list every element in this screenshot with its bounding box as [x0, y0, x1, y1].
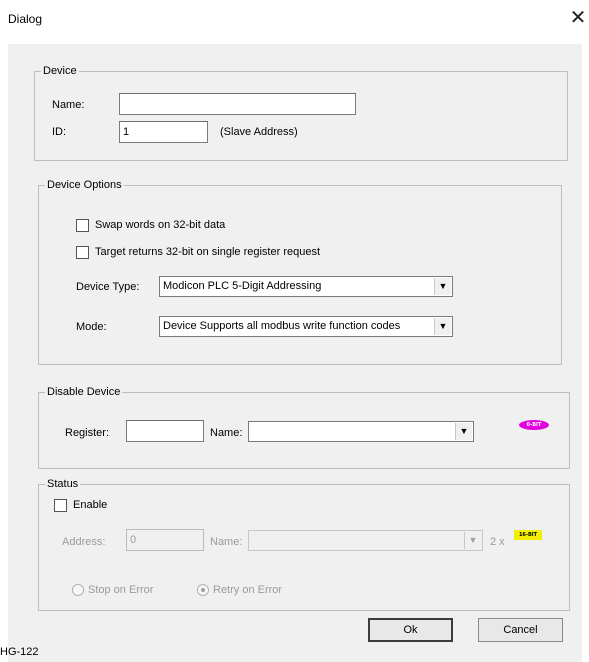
chevron-down-icon[interactable]: ▼ — [434, 318, 451, 335]
target-returns-label: Target returns 32-bit on single register… — [95, 246, 321, 258]
device-name-field[interactable] — [119, 93, 356, 115]
stop-on-error-label: Stop on Error — [88, 584, 154, 596]
dialog-body: Device Name: ID: (Slave Address) Device … — [8, 44, 582, 662]
device-type-label: Device Type: — [76, 281, 140, 293]
device-type-select[interactable]: Modicon PLC 5-Digit Addressing ▼ — [159, 276, 453, 297]
device-type-value: Modicon PLC 5-Digit Addressing — [163, 280, 322, 292]
device-id-field[interactable] — [119, 121, 208, 143]
chevron-down-icon[interactable]: ▼ — [434, 278, 451, 295]
status-name-label: Name: — [210, 536, 243, 548]
id-hint: (Slave Address) — [220, 126, 298, 138]
retry-on-error-radio[interactable] — [197, 584, 209, 596]
device-options-group — [38, 185, 562, 365]
enable-label: Enable — [73, 499, 108, 511]
disable-device-legend: Disable Device — [45, 386, 123, 398]
mode-select[interactable]: Device Supports all modbus write functio… — [159, 316, 453, 337]
swap-words-checkbox[interactable] — [76, 219, 89, 232]
register-label: Register: — [65, 427, 110, 439]
device-group — [34, 71, 568, 161]
chevron-down-icon[interactable]: ▼ — [464, 532, 481, 549]
id-label: ID: — [52, 126, 67, 138]
disable-name-select[interactable]: ▼ — [248, 421, 474, 442]
bit-type-badge-16: 16-BIT — [514, 530, 542, 540]
window-title: Dialog — [8, 12, 43, 26]
enable-checkbox[interactable] — [54, 499, 67, 512]
disable-register-field[interactable] — [126, 420, 204, 442]
target-returns-checkbox[interactable] — [76, 246, 89, 259]
cancel-button[interactable]: Cancel — [478, 618, 563, 642]
close-icon[interactable]: ✕ — [568, 6, 588, 30]
disable-name-label: Name: — [210, 427, 243, 439]
bit-type-badge: 0-BIT — [519, 420, 549, 430]
ok-button[interactable]: Ok — [368, 618, 453, 642]
name-label: Name: — [52, 99, 85, 111]
multiplier-label: 2 x — [490, 536, 505, 548]
chevron-down-icon[interactable]: ▼ — [455, 423, 472, 440]
retry-on-error-label: Retry on Error — [213, 584, 283, 596]
figure-id-tag: HG-122 — [0, 646, 39, 658]
device-group-legend: Device — [41, 65, 79, 77]
title-bar: Dialog ✕ — [0, 0, 589, 36]
mode-label: Mode: — [76, 321, 107, 333]
stop-on-error-radio[interactable] — [72, 584, 84, 596]
status-address-field[interactable] — [126, 529, 204, 551]
status-name-select[interactable]: ▼ — [248, 530, 483, 551]
device-options-legend: Device Options — [45, 179, 124, 191]
status-legend: Status — [45, 478, 81, 490]
swap-words-label: Swap words on 32-bit data — [95, 219, 226, 231]
address-label: Address: — [62, 536, 106, 548]
mode-value: Device Supports all modbus write functio… — [163, 320, 401, 332]
